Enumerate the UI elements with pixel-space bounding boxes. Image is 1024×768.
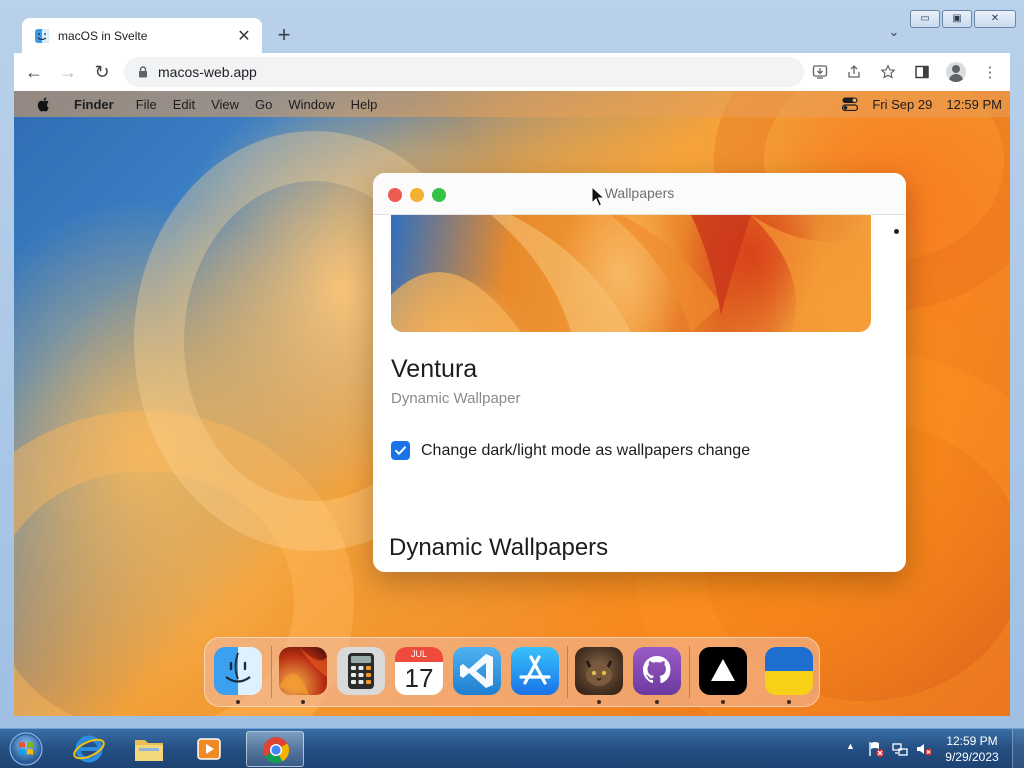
running-indicator (301, 700, 305, 704)
avatar-icon (946, 62, 966, 82)
browser-window: macOS in Svelte ✕ + ⌄ ▭ ▣ ✕ ← → ↻ macos-… (0, 0, 1024, 728)
scroll-indicator (894, 229, 899, 234)
menu-app-name[interactable]: Finder (74, 97, 114, 112)
action-center-flag-icon[interactable] (867, 740, 885, 758)
running-indicator (655, 700, 659, 704)
wallpaper-name: Ventura (391, 355, 478, 383)
menu-window[interactable]: Window (288, 97, 334, 112)
taskbar-file-explorer[interactable] (120, 731, 178, 767)
macos-menubar: Finder File Edit View Go Window Help Fri… (14, 91, 1010, 117)
wallpapers-window: Wallpapers Ventura Dynamic Wallpaper Cha… (373, 173, 906, 572)
calendar-month: JUL (395, 647, 443, 662)
chrome-menu-button[interactable]: ⋮ (976, 58, 1004, 86)
address-bar[interactable]: macos-web.app (124, 57, 804, 87)
network-icon[interactable] (891, 740, 909, 758)
section-heading: Dynamic Wallpapers (389, 534, 609, 561)
dock-vscode-icon[interactable] (453, 647, 501, 695)
share-icon[interactable] (840, 58, 868, 86)
forward-button[interactable]: → (54, 58, 82, 86)
side-panel-icon[interactable] (908, 58, 936, 86)
folder-icon (135, 740, 163, 761)
running-indicator (597, 700, 601, 704)
install-app-icon[interactable] (806, 58, 834, 86)
running-indicator (236, 700, 240, 704)
profile-avatar[interactable] (942, 58, 970, 86)
dock-separator (689, 646, 690, 698)
dock-calendar-icon[interactable]: JUL 17 (395, 647, 443, 695)
menu-view[interactable]: View (211, 97, 239, 112)
finder-favicon-icon (35, 28, 49, 43)
start-button[interactable] (4, 730, 48, 768)
dock-app-store-icon[interactable] (511, 647, 559, 695)
media-player-icon (197, 738, 221, 760)
menu-help[interactable]: Help (351, 97, 378, 112)
minimize-window-button[interactable]: ▭ (910, 10, 940, 28)
dock-cat-photo-icon[interactable] (575, 647, 623, 695)
url-text: macos-web.app (158, 64, 257, 80)
dock-separator (271, 646, 272, 698)
show-desktop-button[interactable] (1012, 729, 1024, 768)
new-tab-button[interactable]: + (272, 24, 296, 48)
taskbar-media-player[interactable] (180, 731, 238, 767)
control-center-icon[interactable] (842, 97, 859, 111)
taskbar-chrome[interactable] (246, 731, 304, 767)
browser-toolbar: ← → ↻ macos-web.app ⋮ (14, 53, 1010, 91)
internet-explorer-icon (73, 735, 105, 763)
dock-ukraine-flag-icon[interactable] (765, 647, 813, 695)
tab-search-icon[interactable]: ⌄ (884, 24, 904, 44)
menubar-time[interactable]: 12:59 PM (946, 97, 1002, 112)
dock-calculator-icon[interactable] (337, 647, 385, 695)
wallpaper-preview-image (391, 215, 871, 332)
mouse-cursor-icon (591, 186, 605, 207)
reload-button[interactable]: ↻ (88, 58, 116, 86)
clock-date: 9/29/2023 (945, 750, 999, 764)
toolbar-actions: ⋮ (806, 58, 1004, 86)
lock-icon (139, 66, 147, 78)
dock-github-icon[interactable] (633, 647, 681, 695)
dock-separator (567, 646, 568, 698)
menubar-status-area: Fri Sep 29 12:59 PM (842, 97, 1002, 112)
chrome-icon (263, 737, 290, 764)
menubar-date[interactable]: Fri Sep 29 (872, 97, 932, 112)
browser-tab[interactable]: macOS in Svelte ✕ (22, 18, 262, 53)
page-viewport: Finder File Edit View Go Window Help Fri… (14, 91, 1010, 716)
bookmark-star-icon[interactable] (874, 58, 902, 86)
menu-go[interactable]: Go (255, 97, 272, 112)
windows-start-orb-icon (9, 732, 43, 766)
calendar-day: 17 (404, 663, 434, 693)
clock-time: 12:59 PM (946, 734, 998, 748)
window-titlebar[interactable]: Wallpapers (373, 173, 906, 215)
dock-wallpapers-icon[interactable] (279, 647, 327, 695)
maximize-window-button[interactable]: ▣ (942, 10, 972, 28)
apple-logo-icon[interactable] (36, 96, 52, 112)
taskbar-internet-explorer[interactable] (60, 731, 118, 767)
dock-finder-icon[interactable] (214, 647, 262, 695)
close-window-button[interactable]: ✕ (974, 10, 1016, 28)
menu-edit[interactable]: Edit (173, 97, 195, 112)
window-controls: ▭ ▣ ✕ (910, 10, 1016, 28)
running-indicator (721, 700, 725, 704)
dark-light-mode-checkbox[interactable] (391, 441, 410, 460)
show-hidden-icons-arrow[interactable]: ▲ (846, 741, 855, 751)
running-indicator (787, 700, 791, 704)
ventura-wallpaper-art (391, 215, 871, 332)
volume-muted-icon[interactable] (915, 740, 933, 758)
tab-title: macOS in Svelte (58, 28, 148, 43)
macos-dock: JUL 17 (204, 637, 820, 707)
menu-file[interactable]: File (136, 97, 157, 112)
close-tab-icon[interactable]: ✕ (236, 26, 252, 46)
taskbar-clock[interactable]: 12:59 PM 9/29/2023 (936, 733, 1008, 765)
tab-strip: macOS in Svelte ✕ + ⌄ ▭ ▣ ✕ (0, 0, 1024, 53)
dock-vercel-icon[interactable] (699, 647, 747, 695)
checkbox-label[interactable]: Change dark/light mode as wallpapers cha… (421, 442, 750, 460)
back-button[interactable]: ← (20, 58, 48, 86)
checkmark-icon (395, 446, 406, 455)
window-title: Wallpapers (604, 185, 675, 201)
windows-taskbar: ▲ 12:59 PM 9/29/2023 (0, 728, 1024, 768)
wallpaper-type: Dynamic Wallpaper (391, 390, 521, 407)
